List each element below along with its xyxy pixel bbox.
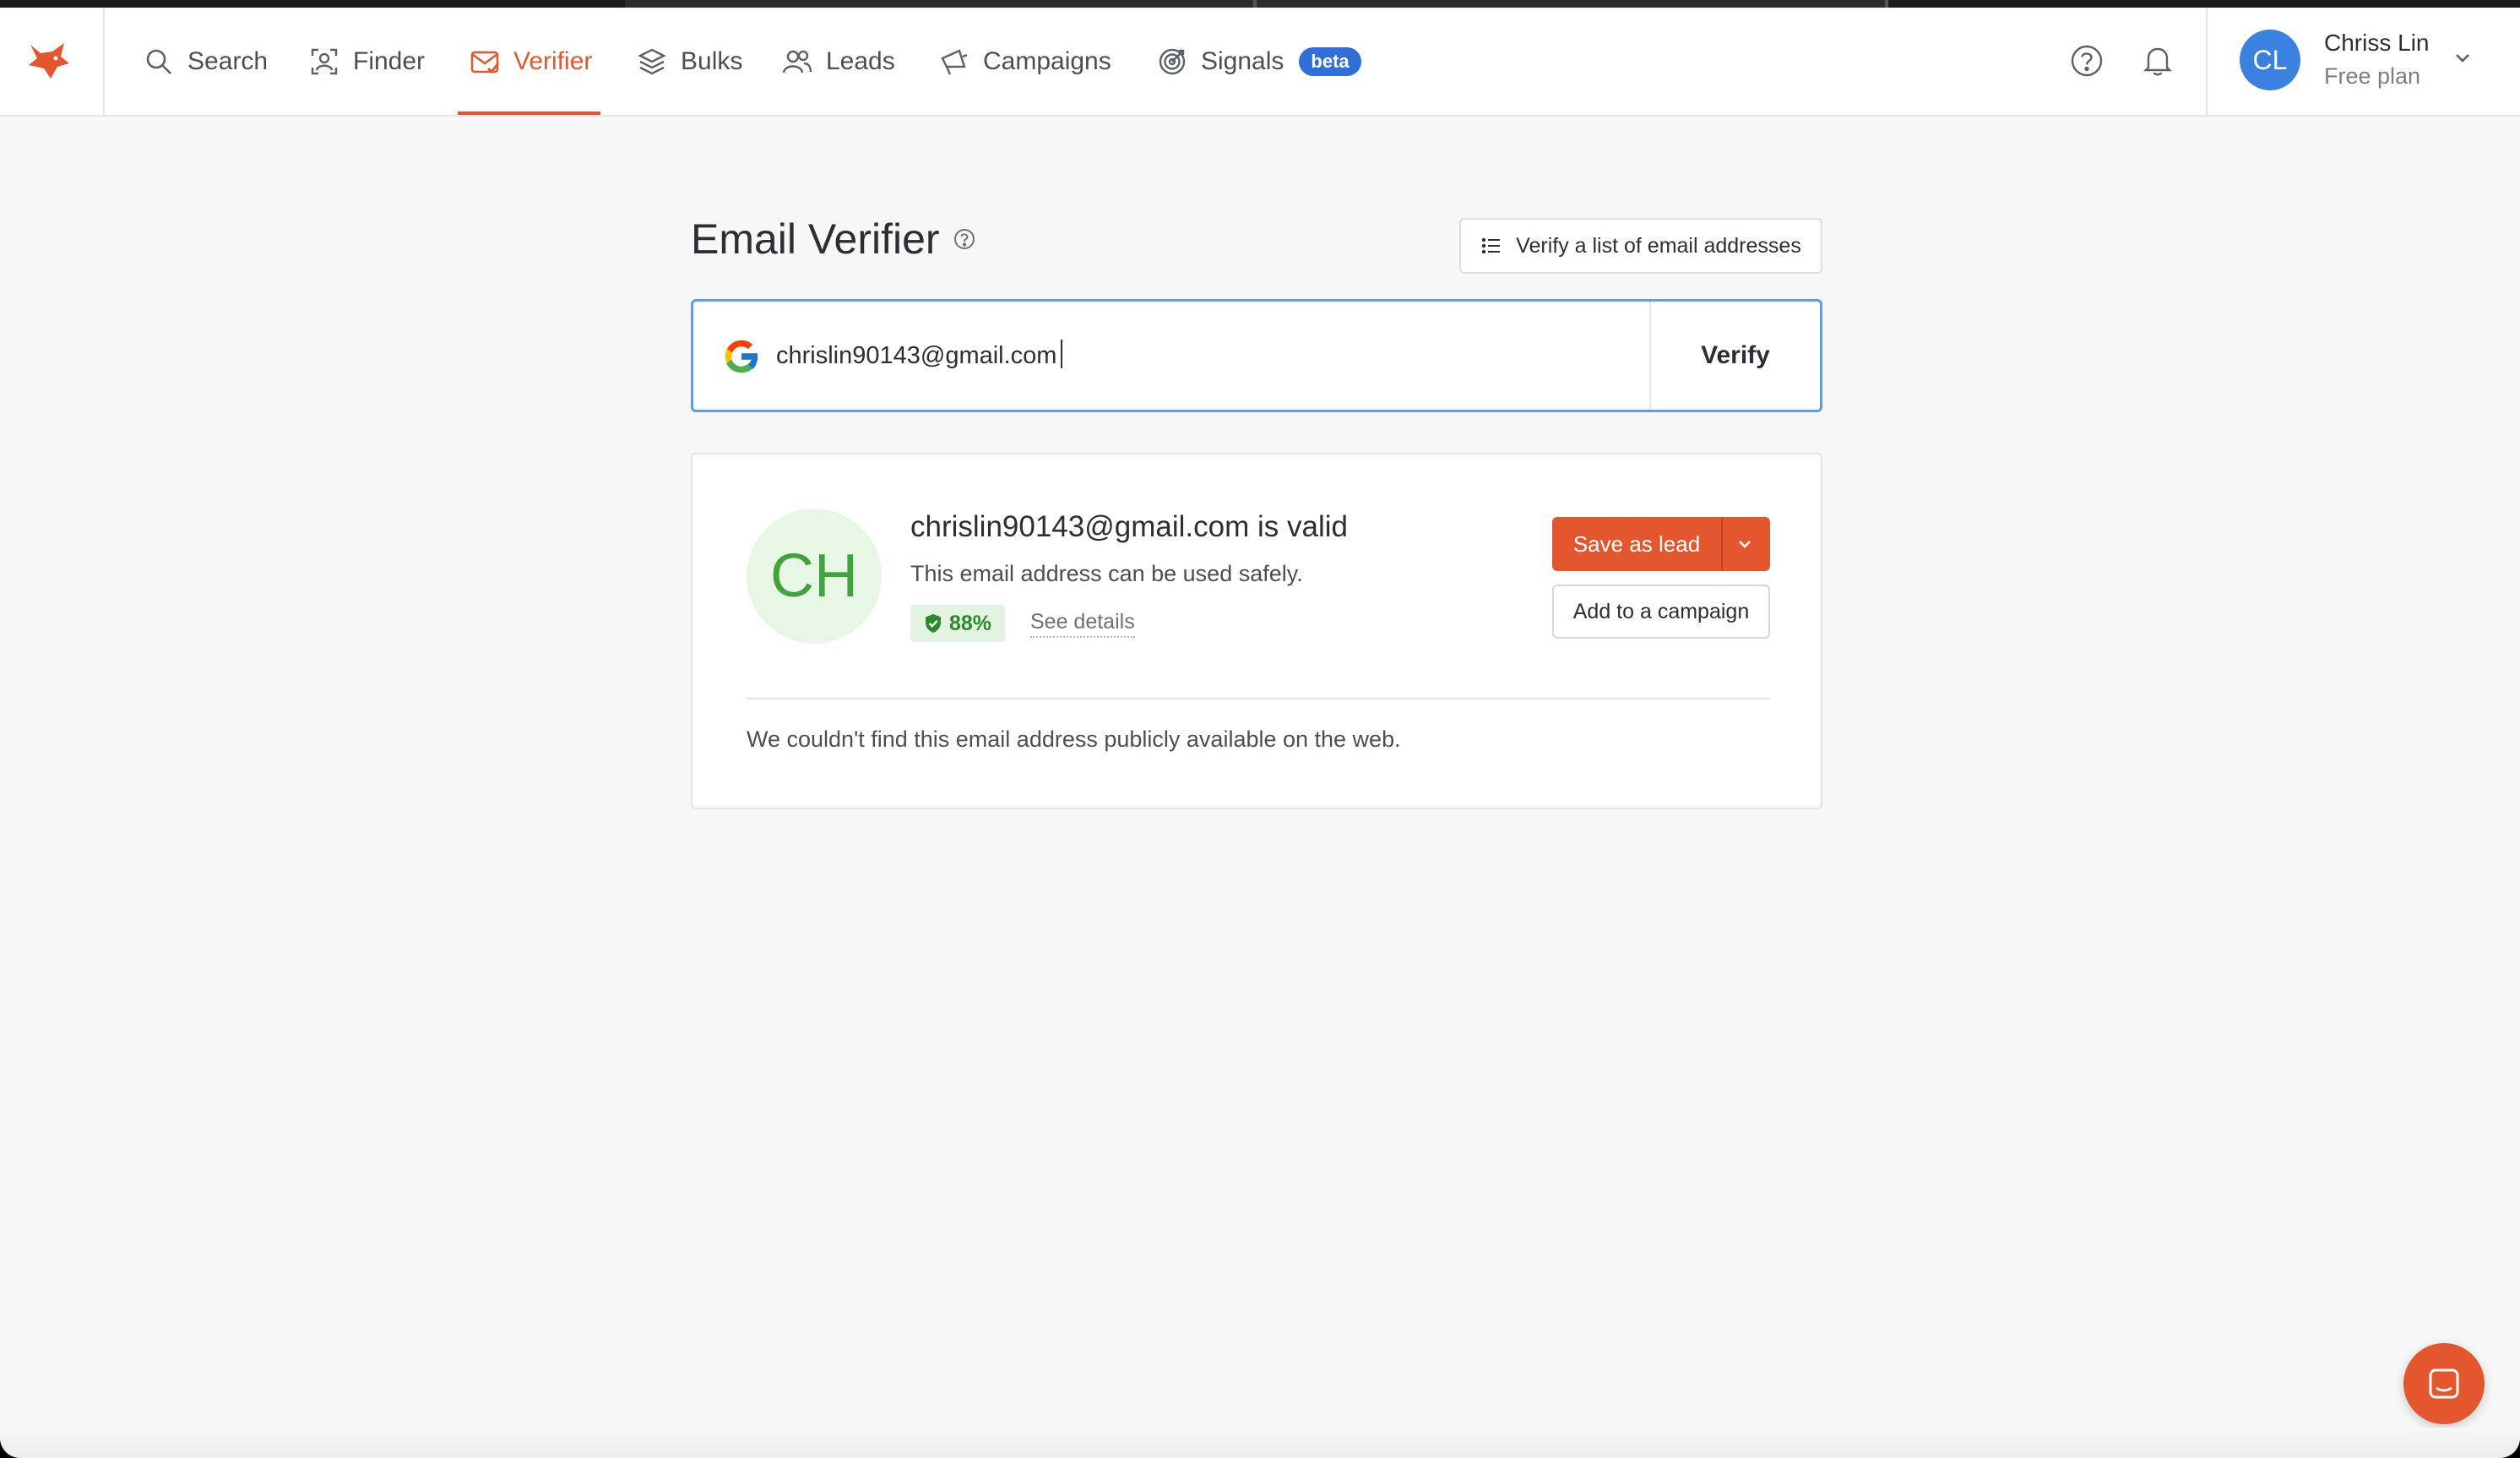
beta-badge: beta bbox=[1299, 46, 1361, 76]
nav-item-label: Campaigns bbox=[983, 46, 1111, 75]
verify-list-label: Verify a list of email addresses bbox=[1516, 233, 1801, 258]
google-icon bbox=[725, 340, 759, 373]
result-subtitle: This email address can be used safely. bbox=[910, 561, 1303, 586]
finder-icon bbox=[311, 48, 338, 74]
nav-item-label: Search bbox=[187, 46, 269, 75]
nav-item-bulks[interactable]: Bulks bbox=[637, 8, 742, 115]
shield-check-icon bbox=[926, 614, 941, 633]
chevron-down-icon bbox=[2456, 54, 2469, 63]
nav-item-label: Finder bbox=[353, 46, 426, 75]
nav-item-verifier[interactable]: Verifier bbox=[457, 8, 601, 115]
result-title: chrislin90143@gmail.com is valid bbox=[910, 510, 1348, 543]
email-input[interactable] bbox=[774, 332, 1467, 379]
result-card: CH chrislin90143@gmail.com is valid This… bbox=[691, 453, 1822, 809]
verify-button[interactable]: Verify bbox=[1649, 302, 1820, 410]
nav-item-campaigns[interactable]: Campaigns bbox=[939, 8, 1111, 115]
nav-item-label: Signals bbox=[1201, 46, 1284, 75]
search-icon bbox=[146, 49, 171, 74]
bell-icon bbox=[2143, 47, 2172, 76]
fox-logo-icon bbox=[29, 43, 69, 79]
chat-widget-button[interactable] bbox=[2403, 1343, 2485, 1424]
nav-item-search[interactable]: Search bbox=[144, 8, 268, 115]
browser-tab-strip bbox=[0, 0, 2520, 8]
user-name: Chriss Lin bbox=[2324, 30, 2430, 56]
score-badge[interactable]: 88% bbox=[910, 605, 1006, 642]
chat-icon bbox=[2429, 1368, 2459, 1399]
page-title: Email Verifier bbox=[691, 215, 977, 264]
add-to-campaign-button[interactable]: Add to a campaign bbox=[1552, 585, 1770, 639]
nav-item-label: Verifier bbox=[513, 46, 593, 75]
nav-item-finder[interactable]: Finder bbox=[309, 8, 425, 115]
nav-item-label: Leads bbox=[826, 46, 895, 75]
help-icon[interactable] bbox=[952, 226, 977, 252]
nav-item-label: Bulks bbox=[681, 46, 743, 75]
save-as-lead-label: Save as lead bbox=[1572, 530, 1701, 557]
help-button[interactable] bbox=[2067, 41, 2106, 80]
page-title-text: Email Verifier bbox=[691, 215, 940, 263]
users-icon bbox=[782, 50, 812, 73]
nav-item-signals[interactable]: Signals beta bbox=[1157, 8, 1361, 115]
card-divider bbox=[747, 698, 1770, 699]
email-search-box: Verify bbox=[691, 299, 1822, 412]
list-icon bbox=[1481, 237, 1501, 254]
app-window: Search Finder Verifier Bulks Leads Campa… bbox=[0, 0, 2520, 1458]
text-caret bbox=[1061, 340, 1062, 368]
verifier-icon bbox=[470, 51, 500, 73]
notifications-button[interactable] bbox=[2138, 41, 2177, 80]
result-avatar: CH bbox=[747, 509, 882, 644]
layers-icon bbox=[638, 48, 666, 74]
help-icon bbox=[2071, 45, 2103, 77]
nav-item-leads[interactable]: Leads bbox=[782, 8, 895, 115]
top-navigation: Search Finder Verifier Bulks Leads Campa… bbox=[0, 8, 2520, 117]
verify-list-button[interactable]: Verify a list of email addresses bbox=[1459, 218, 1822, 274]
chevron-down-icon[interactable] bbox=[1735, 534, 1755, 554]
public-availability-note: We couldn't find this email address publ… bbox=[747, 726, 1401, 752]
user-avatar: CL bbox=[2240, 30, 2300, 90]
see-details-link[interactable]: See details bbox=[1030, 610, 1135, 638]
megaphone-icon bbox=[941, 48, 968, 74]
user-plan: Free plan bbox=[2324, 63, 2421, 89]
target-icon bbox=[1159, 48, 1186, 74]
user-menu[interactable]: CL Chriss Lin Free plan bbox=[2206, 8, 2520, 115]
logo-cell[interactable] bbox=[0, 8, 105, 115]
save-as-lead-button[interactable]: Save as lead bbox=[1552, 517, 1770, 571]
score-value: 88% bbox=[949, 611, 992, 635]
